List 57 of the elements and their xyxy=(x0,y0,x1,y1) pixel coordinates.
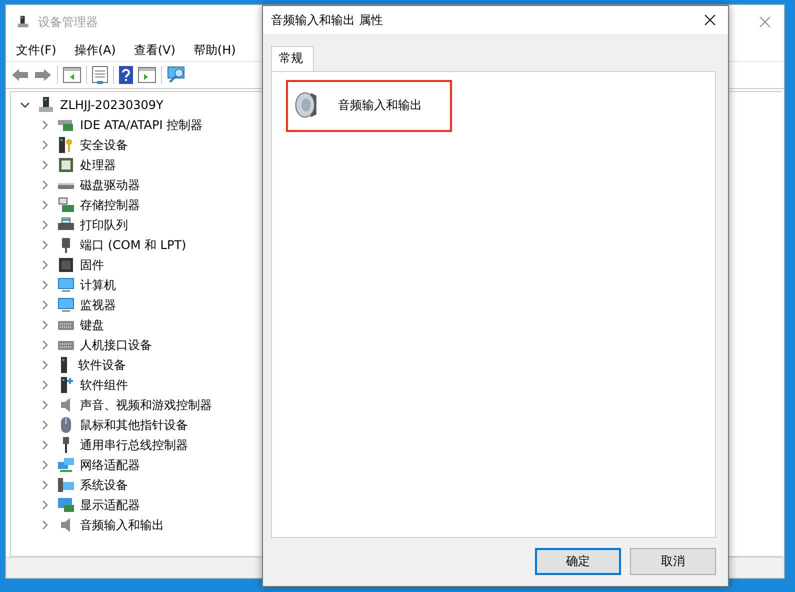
tree-item[interactable]: 人机接口设备 xyxy=(80,336,152,354)
tower-icon xyxy=(61,357,67,373)
printer-icon xyxy=(58,217,74,233)
tree-item[interactable]: 打印队列 xyxy=(80,216,128,234)
storage-board-icon xyxy=(58,197,74,213)
tower-key-icon xyxy=(58,137,74,153)
tree-item[interactable]: IDE ATA/ATAPI 控制器 xyxy=(80,116,203,134)
tree-item[interactable]: 安全设备 xyxy=(80,136,128,154)
tree-item[interactable]: 声音、视频和游戏控制器 xyxy=(80,396,212,414)
tab[interactable]: 常规 xyxy=(271,46,314,71)
cancel-button[interactable]: 取消 xyxy=(630,548,716,575)
tree-item[interactable]: 鼠标和其他指针设备 xyxy=(80,416,188,434)
tree-item[interactable]: 软件设备 xyxy=(78,356,126,374)
tree-item[interactable]: 存储控制器 xyxy=(80,196,140,214)
tree-item[interactable]: 键盘 xyxy=(80,316,104,334)
help-icon[interactable] xyxy=(119,66,133,84)
window-icon[interactable] xyxy=(138,67,156,83)
dialog-title: 音频输入和输出 属性 xyxy=(271,12,383,28)
tree-item[interactable]: 软件组件 xyxy=(80,376,128,394)
tree-item[interactable]: 系统设备 xyxy=(80,476,128,494)
menu-item[interactable]: 操作(A) xyxy=(74,42,116,58)
ok-button[interactable]: 确定 xyxy=(535,548,621,575)
window-title: 设备管理器 xyxy=(38,14,98,30)
tree-item[interactable]: 处理器 xyxy=(80,156,116,174)
window-icon[interactable] xyxy=(63,67,81,83)
tree-item[interactable]: 端口 (COM 和 LPT) xyxy=(80,236,186,254)
tower-plus-icon xyxy=(58,377,74,393)
back-arrow-icon[interactable] xyxy=(11,68,29,82)
close-icon[interactable] xyxy=(704,14,716,26)
tree-item[interactable]: 固件 xyxy=(80,256,104,274)
mouse-icon xyxy=(58,417,74,433)
tree-item[interactable]: 计算机 xyxy=(80,276,116,294)
tree-item[interactable]: 通用串行总线控制器 xyxy=(80,436,188,454)
monitor-icon xyxy=(58,277,74,293)
monitor-icon xyxy=(58,297,74,313)
chip-icon xyxy=(58,257,74,273)
tree-item[interactable]: 显示适配器 xyxy=(80,496,140,514)
monitor-magnifier-icon[interactable] xyxy=(167,66,187,84)
device-name: 音频输入和输出 xyxy=(338,96,422,114)
tree-item[interactable]: ZLHJJ-20230309Y xyxy=(60,98,164,112)
tree-item[interactable]: 磁盘驱动器 xyxy=(80,176,140,194)
drive-board-icon xyxy=(58,117,74,133)
tree-item[interactable]: 监视器 xyxy=(80,296,116,314)
tree-item[interactable]: 网络适配器 xyxy=(80,456,140,474)
menu-item[interactable]: 帮助(H) xyxy=(193,42,236,58)
tree-item[interactable]: 音频输入和输出 xyxy=(80,516,164,534)
computer-icon xyxy=(16,15,30,29)
expand-chevron-icon[interactable] xyxy=(20,100,30,110)
network-monitors-icon xyxy=(58,457,74,473)
chip-icon xyxy=(58,157,74,173)
menu-item[interactable]: 查看(V) xyxy=(134,42,176,58)
computer-icon xyxy=(58,477,74,493)
menu-item[interactable]: 文件(F) xyxy=(16,42,56,58)
document-icon[interactable] xyxy=(92,66,108,84)
forward-arrow-icon[interactable] xyxy=(34,68,52,82)
monitor-board-icon xyxy=(58,497,74,513)
computer-icon xyxy=(38,97,54,113)
